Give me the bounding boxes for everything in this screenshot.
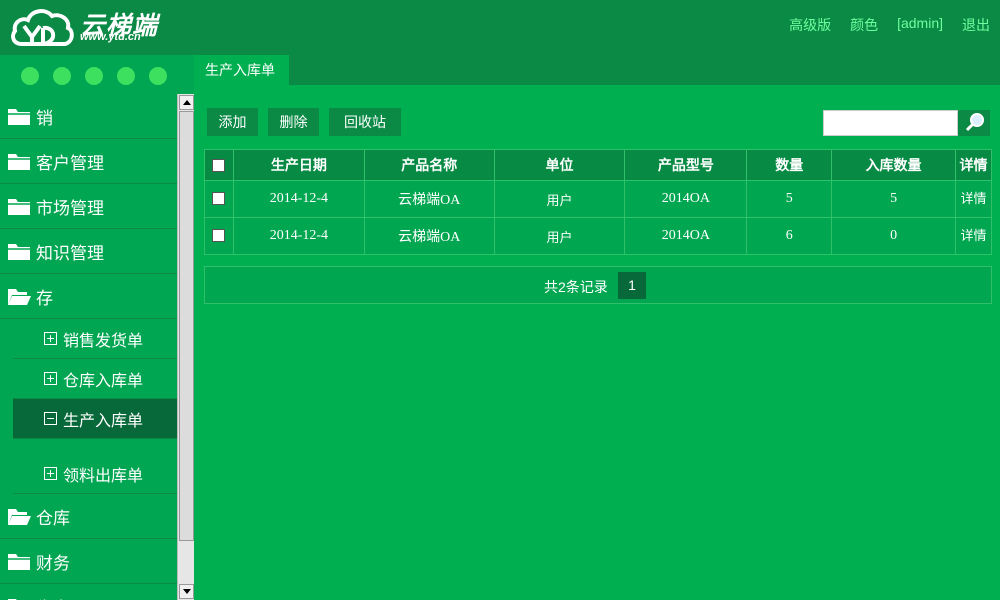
table-header-row: 生产日期 产品名称 单位 产品型号 数量 入库数量 详情 — [204, 149, 993, 181]
column-header[interactable]: 入库数量 — [831, 149, 956, 181]
cell-product: 云梯端OA — [363, 217, 495, 255]
row-select-cell — [204, 217, 234, 255]
search-icon — [965, 113, 984, 132]
sidebar-subitem-label: 销售发货单 — [63, 330, 144, 350]
dot-3[interactable] — [85, 67, 103, 85]
production-receipt-table: 生产日期 产品名称 单位 产品型号 数量 入库数量 详情 2014-12-4 云… — [204, 149, 993, 255]
sidebar-item-label: 知识管理 — [36, 243, 104, 264]
dot-4[interactable] — [117, 67, 135, 85]
column-header[interactable]: 单位 — [493, 149, 626, 181]
logo-url: www.ytd.cn — [80, 31, 141, 43]
column-header[interactable]: 数量 — [746, 149, 833, 181]
link-admin-user[interactable]: [admin] — [897, 15, 943, 35]
logo[interactable]: 云梯端 www.ytd.cn — [10, 6, 180, 48]
cell-model: 2014OA — [624, 217, 748, 255]
sidebar-item-knowledge[interactable]: 知识管理 — [0, 229, 177, 274]
cell-unit: 用户 — [493, 217, 626, 255]
scroll-thumb[interactable] — [179, 111, 194, 541]
folder-icon — [8, 199, 30, 215]
scroll-up-icon[interactable] — [179, 95, 194, 110]
color-dots — [0, 55, 194, 97]
sidebar-subitem-label: 仓库入库单 — [63, 370, 144, 390]
expand-plus-icon — [44, 332, 57, 345]
sidebar-subitem-sales-delivery[interactable]: 销售发货单 — [13, 319, 177, 359]
select-all-cell — [204, 149, 234, 181]
top-links: 高级版 颜色 [admin] 退出 — [770, 15, 990, 35]
sidebar-scrollbar[interactable] — [177, 94, 194, 600]
table-row[interactable]: 2014-12-4 云梯端OA 用户 2014OA 5 5 详情 — [204, 180, 993, 218]
sidebar-item-customer[interactable]: 客户管理 — [0, 139, 177, 184]
pagination-bar: 共2条记录 1 — [204, 266, 992, 304]
recycle-bin-button[interactable]: 回收站 — [329, 108, 401, 136]
cell-unit: 用户 — [493, 180, 626, 218]
sidebar-item-finance[interactable]: 财务 — [0, 539, 177, 584]
top-header: 云梯端 www.ytd.cn 高级版 颜色 [admin] 退出 — [0, 0, 1000, 55]
add-button[interactable]: 添加 — [207, 108, 258, 136]
table-row[interactable]: 2014-12-4 云梯端OA 用户 2014OA 6 0 详情 — [204, 217, 993, 255]
sidebar-item-label: 仓库 — [36, 508, 70, 529]
folder-icon — [8, 154, 30, 170]
row-checkbox[interactable] — [212, 229, 226, 243]
sidebar-subitem-warehouse-receipt[interactable]: 仓库入库单 — [13, 359, 177, 399]
row-select-cell — [204, 180, 234, 218]
folder-open-icon — [8, 289, 31, 305]
folder-open-icon — [8, 599, 17, 600]
cell-date: 2014-12-4 — [232, 180, 365, 218]
page-number-button[interactable]: 1 — [618, 272, 646, 299]
cell-quantity: 5 — [746, 180, 833, 218]
cell-date: 2014-12-4 — [232, 217, 365, 255]
sidebar-item-label: 生产 — [36, 594, 70, 600]
sidebar-item-inventory[interactable]: 存 — [0, 274, 177, 319]
folder-icon — [8, 554, 30, 570]
folder-icon — [8, 109, 30, 125]
sidebar-subitem-label: 领料出库单 — [63, 465, 144, 485]
column-header[interactable]: 详情 — [954, 149, 993, 181]
scroll-down-icon[interactable] — [179, 584, 194, 599]
sidebar-item-sales[interactable]: 销 — [0, 94, 177, 139]
link-color[interactable]: 颜色 — [850, 15, 878, 35]
cell-model: 2014OA — [624, 180, 748, 218]
link-advanced-edition[interactable]: 高级版 — [789, 15, 831, 35]
expand-plus-icon — [44, 372, 57, 385]
cell-in-quantity: 0 — [831, 217, 956, 255]
sidebar-item-label: 市场管理 — [36, 198, 104, 219]
sidebar-subitem-material-issue[interactable]: 领料出库单 — [13, 439, 177, 494]
search-input[interactable] — [823, 110, 958, 136]
sidebar-item-production[interactable]: 生产 — [0, 584, 177, 600]
column-header[interactable]: 生产日期 — [232, 149, 365, 181]
dot-2[interactable] — [53, 67, 71, 85]
dot-5[interactable] — [149, 67, 167, 85]
folder-open-icon — [8, 509, 31, 525]
detail-link[interactable]: 详情 — [954, 217, 993, 255]
link-logout[interactable]: 退出 — [962, 15, 990, 35]
sidebar: 销 客户管理 市场管理 知识管理 存 销售发货单 仓库入库单 生产入库单 领料出… — [0, 55, 194, 600]
sidebar-item-market[interactable]: 市场管理 — [0, 184, 177, 229]
folder-icon — [8, 244, 30, 260]
sidebar-subitem-label: 生产入库单 — [63, 410, 144, 430]
sidebar-item-label: 存 — [36, 288, 53, 309]
cell-quantity: 6 — [746, 217, 833, 255]
cloud-logo-icon — [11, 9, 74, 46]
column-header[interactable]: 产品名称 — [363, 149, 495, 181]
record-count: 共2条记录 — [544, 279, 608, 295]
column-header[interactable]: 产品型号 — [624, 149, 748, 181]
collapse-minus-icon — [44, 412, 57, 425]
sidebar-menu: 销 客户管理 市场管理 知识管理 存 销售发货单 仓库入库单 生产入库单 领料出… — [0, 94, 177, 600]
row-checkbox[interactable] — [212, 192, 226, 206]
dot-1[interactable] — [21, 67, 39, 85]
delete-button[interactable]: 删除 — [268, 108, 319, 136]
select-all-checkbox[interactable] — [212, 158, 226, 172]
cell-product: 云梯端OA — [363, 180, 495, 218]
tab-production-receipt[interactable]: 生产入库单 — [194, 55, 289, 85]
sidebar-item-label: 客户管理 — [36, 153, 104, 174]
sidebar-item-label: 财务 — [36, 553, 70, 574]
sidebar-item-label: 销 — [36, 108, 53, 129]
expand-plus-icon — [44, 467, 57, 480]
search-button[interactable] — [958, 110, 990, 136]
sidebar-subitem-production-receipt[interactable]: 生产入库单 — [13, 399, 177, 439]
cell-in-quantity: 5 — [831, 180, 956, 218]
sidebar-item-warehouse[interactable]: 仓库 — [0, 494, 177, 539]
tab-bar: 生产入库单 — [194, 55, 1000, 85]
detail-link[interactable]: 详情 — [954, 180, 993, 218]
